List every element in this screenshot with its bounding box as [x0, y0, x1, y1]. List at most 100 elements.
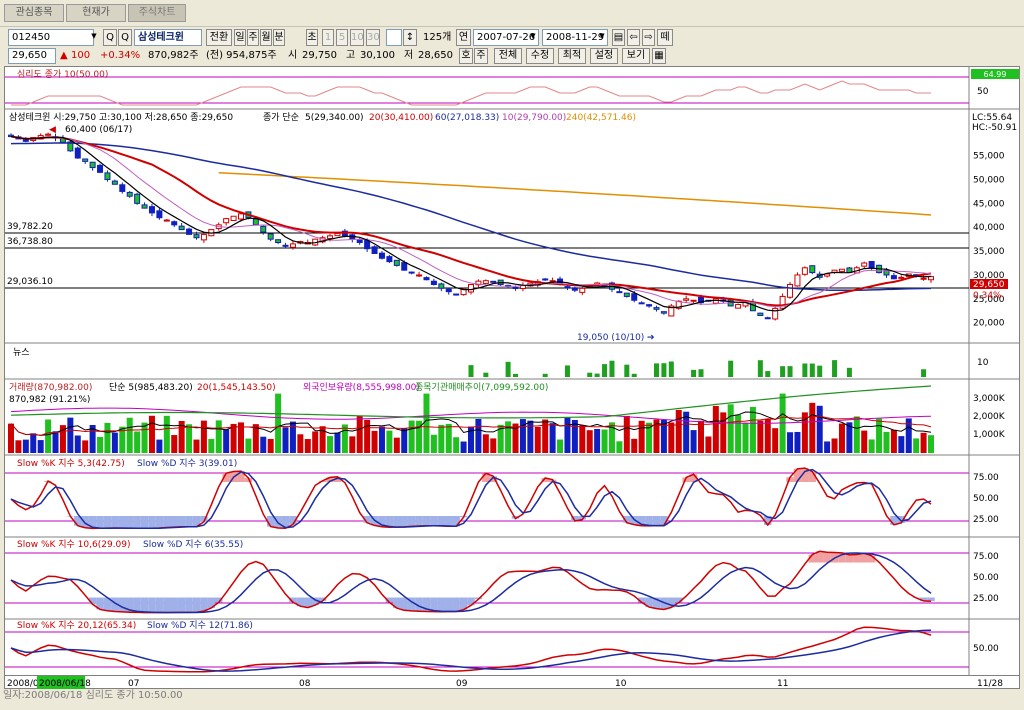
- news-bar: [505, 361, 511, 377]
- axis-month-09: 09: [456, 679, 468, 689]
- volume-bar: [37, 440, 44, 453]
- candle-body: [430, 280, 437, 286]
- minute-30-button[interactable]: 30: [366, 29, 380, 46]
- oversold-fill: [415, 516, 423, 526]
- period-day-button[interactable]: 일: [234, 29, 246, 46]
- stochastic-pane-3: Slow %K 지수 20,12(65.34) Slow %D 지수 12(71…: [5, 620, 999, 673]
- candle-body: [163, 219, 170, 222]
- volume-bar: [816, 405, 823, 453]
- candle-body: [238, 213, 244, 220]
- open-label: 시: [288, 50, 298, 61]
- candle-body: [616, 291, 623, 294]
- all-button[interactable]: 전체: [494, 48, 522, 64]
- quote-button[interactable]: 호: [459, 48, 473, 64]
- tab-watchlist[interactable]: 관심종목: [4, 4, 64, 22]
- tab-current-price[interactable]: 현재가: [66, 4, 126, 22]
- volume-bar: [52, 431, 59, 453]
- oversold-fill: [118, 516, 126, 529]
- candle-body: [252, 218, 259, 226]
- volume-bar: [67, 417, 74, 453]
- news-bar: [817, 365, 823, 377]
- oversold-fill: [452, 597, 460, 612]
- minute-5-button[interactable]: 5: [336, 29, 348, 46]
- level-label-3: 29,036.10: [7, 277, 53, 287]
- period-minute-button[interactable]: 분: [273, 29, 285, 46]
- view-button[interactable]: 떼: [657, 29, 673, 46]
- volume-bar: [749, 406, 756, 453]
- candle-body: [571, 287, 578, 291]
- candle-body: [838, 268, 845, 272]
- news-bar: [564, 365, 570, 377]
- volume-bar: [712, 405, 719, 453]
- oversold-fill: [437, 597, 446, 612]
- volume-bar: [141, 422, 148, 453]
- oversold-fill: [407, 516, 416, 527]
- company-name: 삼성테크윈: [134, 29, 202, 46]
- switch-button[interactable]: 전환: [206, 29, 232, 46]
- end-date-dropdown-icon[interactable]: ▼: [597, 31, 607, 44]
- high-note: 60,400 (06/17): [65, 125, 132, 135]
- period-week-button[interactable]: 주: [247, 29, 259, 46]
- candle-body: [416, 274, 423, 277]
- view-options-button[interactable]: 보기: [622, 48, 650, 64]
- period-second-button[interactable]: 초: [306, 29, 318, 46]
- foreign-label: 외국인보유량(8,555,998.00): [303, 381, 420, 393]
- zoom-icon[interactable]: Q: [118, 29, 132, 46]
- calendar-icon[interactable]: ▤: [612, 29, 625, 46]
- minute-1-button[interactable]: 1: [322, 29, 334, 46]
- code-dropdown-icon[interactable]: ▼: [88, 29, 100, 46]
- search-icon[interactable]: Q: [103, 29, 117, 46]
- edit-button[interactable]: 수정: [526, 48, 554, 64]
- settings-button[interactable]: 설정: [590, 48, 618, 64]
- ma-header: 종가 단순: [263, 112, 299, 123]
- candle-body: [772, 307, 779, 320]
- minute-10-button[interactable]: 10: [350, 29, 364, 46]
- candle-body: [200, 233, 207, 241]
- overbought-fill: [845, 554, 854, 563]
- start-date-dropdown-icon[interactable]: ▼: [528, 31, 538, 44]
- axis-month-11: 11: [777, 679, 788, 689]
- arrow-left-icon[interactable]: ⇦: [627, 29, 640, 46]
- news-bar: [624, 364, 630, 377]
- psych-label: 심리도 종가 10(50.00): [17, 69, 108, 80]
- date-axis: 2008/0 2008/06/18 07 08 09 10 11 11/28: [4, 675, 1020, 690]
- volume-bar: [505, 421, 512, 453]
- candle-body: [282, 244, 289, 247]
- high-label: 고: [346, 50, 356, 61]
- period-month-button[interactable]: 월: [260, 29, 272, 46]
- price-pane: 삼성테크윈 시:29,750 고:30,100 저:28,650 종:29,65…: [5, 112, 1017, 343]
- minute-custom-input[interactable]: [386, 29, 402, 46]
- oversold-fill: [118, 597, 126, 612]
- volume-bar: [705, 436, 712, 453]
- oversold-fill: [177, 516, 186, 527]
- arrow-right-icon[interactable]: ⇨: [642, 29, 655, 46]
- volume-bar: [304, 439, 311, 453]
- oversold-fill: [148, 516, 156, 529]
- volume-bar: [148, 415, 155, 453]
- chart-area[interactable]: 심리도 종가 10(50.00) 64.99 50 삼성테크윈 시:29,750…: [4, 66, 1020, 676]
- chart-canvas[interactable]: 심리도 종가 10(50.00) 64.99 50 삼성테크윈 시:29,750…: [5, 67, 1020, 676]
- quote-bar: 29,650 ▲ 100 +0.34% 870,982주 (전) 954,875…: [0, 48, 1024, 66]
- candle-body: [564, 286, 571, 289]
- order-button[interactable]: 주: [474, 48, 488, 64]
- count-up-icon[interactable]: ↕: [403, 29, 417, 46]
- volume-bar: [564, 417, 571, 453]
- ma5-label: 5(29,340.00): [305, 113, 364, 123]
- interval-button[interactable]: 연: [456, 29, 471, 46]
- volume-bar: [312, 431, 319, 453]
- volume-bar: [616, 441, 623, 453]
- more-icon[interactable]: ▦: [652, 48, 666, 64]
- candle-body: [445, 288, 452, 293]
- stock-code-input[interactable]: 012450: [8, 29, 94, 46]
- volume-bar: [579, 425, 586, 453]
- low-note: 19,050 (10/10): [577, 333, 644, 343]
- volume-bar: [720, 412, 727, 453]
- volume-bar: [898, 436, 905, 453]
- price-horizontal-levels: [5, 232, 969, 289]
- optimize-button[interactable]: 최적: [558, 48, 586, 64]
- volume-bar: [111, 432, 118, 453]
- candle-body: [223, 218, 230, 224]
- oversold-fill: [437, 516, 446, 527]
- tab-stock-chart[interactable]: 주식차트: [128, 4, 186, 22]
- ma10-label: 10(29,790.00): [502, 113, 566, 123]
